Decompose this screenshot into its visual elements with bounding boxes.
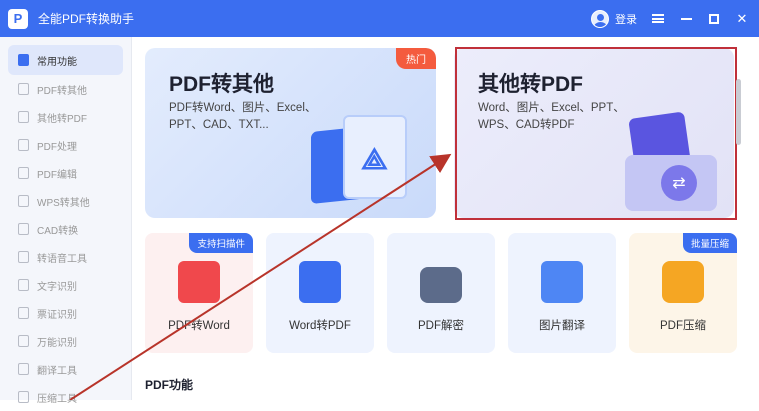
translate-icon: [18, 363, 29, 375]
sidebar-item-label: 文字识别: [37, 281, 77, 293]
sidebar-item-ocr[interactable]: 文字识别: [8, 271, 123, 299]
ticket-icon: [18, 307, 29, 319]
sidebar-item-other-to-pdf[interactable]: 其他转PDF: [8, 103, 123, 131]
sidebar-item-compress[interactable]: 压缩工具: [8, 383, 123, 411]
hot-badge: 热门: [396, 48, 436, 69]
scan-icon: [18, 335, 29, 347]
tile-pdf-compress[interactable]: PDF压缩 批量压缩: [629, 233, 737, 353]
sidebar-item-label: 转语音工具: [37, 253, 87, 265]
acrobat-icon: ⟁: [361, 143, 388, 176]
section-title: PDF功能: [145, 378, 194, 392]
tile-image-translate[interactable]: 图片翻译: [508, 233, 616, 353]
sidebar-item-wps[interactable]: WPS转其他: [8, 187, 123, 215]
tile-word-to-pdf[interactable]: Word转PDF: [266, 233, 374, 353]
word-to-pdf-icon: [299, 261, 341, 303]
avatar-icon[interactable]: [591, 9, 609, 28]
card-description: PDF转Word、图片、Excel、 PPT、CAD、TXT...: [169, 102, 317, 131]
minimize-icon: [680, 17, 692, 20]
close-icon: ✕: [736, 10, 748, 26]
highlight-box: [455, 47, 737, 220]
tile-label: Word转PDF: [289, 320, 351, 332]
sidebar-item-translate[interactable]: 翻译工具: [8, 355, 123, 383]
layers-icon: [662, 261, 704, 303]
menu-button[interactable]: [651, 12, 665, 26]
sidebar-item-label: PDF编辑: [37, 169, 77, 181]
maximize-button[interactable]: [707, 12, 721, 26]
tile-label: PDF压缩: [660, 320, 706, 332]
login-button[interactable]: 登录: [615, 11, 637, 27]
image-translate-icon: [541, 261, 583, 303]
sidebar-item-pdf-to-other[interactable]: PDF转其他: [8, 75, 123, 103]
sidebar-item-label: 其他转PDF: [37, 113, 87, 125]
compress-icon: [18, 391, 29, 403]
sidebar-item-label: PDF处理: [37, 141, 77, 153]
sidebar-item-label: 票证识别: [37, 309, 77, 321]
main-content: PDF转其他 PDF转Word、图片、Excel、 PPT、CAD、TXT...…: [133, 37, 745, 400]
text-icon: [18, 279, 29, 291]
sidebar-item-label: WPS转其他: [37, 197, 90, 209]
minimize-button[interactable]: [679, 12, 693, 26]
tile-pdf-decrypt[interactable]: PDF解密: [387, 233, 495, 353]
sidebar-item-label: CAD转换: [37, 225, 79, 237]
sidebar-item-label: 压缩工具: [37, 393, 77, 405]
sidebar-item-label: 万能识别: [37, 337, 77, 349]
doc-icon: [18, 223, 29, 235]
sidebar-item-voice[interactable]: 转语音工具: [8, 243, 123, 271]
sidebar-item-label: PDF转其他: [37, 85, 87, 97]
app-logo-icon: P: [8, 8, 28, 29]
edit-icon: [18, 167, 29, 179]
sidebar-item-cad[interactable]: CAD转换: [8, 215, 123, 243]
sidebar-item-label: 翻译工具: [37, 365, 77, 377]
title-bar: P 全能PDF转换助手 登录 ✕: [0, 0, 759, 37]
tile-label: PDF解密: [418, 320, 464, 332]
tile-label: PDF转Word: [168, 320, 230, 332]
sidebar-item-pdf-process[interactable]: PDF处理: [8, 131, 123, 159]
doc-icon: [18, 139, 29, 151]
tile-pdf-to-word[interactable]: PDF转Word 支持扫描件: [145, 233, 253, 353]
sidebar-item-common[interactable]: 常用功能: [8, 45, 123, 75]
doc-icon: [18, 83, 29, 95]
pdf-to-word-icon: [178, 261, 220, 303]
lock-icon: [420, 267, 462, 303]
tile-badge: 支持扫描件: [189, 233, 253, 253]
audio-icon: [18, 251, 29, 263]
maximize-icon: [709, 13, 719, 24]
menu-icon: [652, 14, 664, 23]
card-title: PDF转其他: [169, 73, 274, 96]
app-title: 全能PDF转换助手: [38, 12, 135, 26]
doc-icon: [18, 111, 29, 123]
sidebar-item-ticket[interactable]: 票证识别: [8, 299, 123, 327]
sidebar-item-pdf-edit[interactable]: PDF编辑: [8, 159, 123, 187]
grid-icon: [18, 54, 29, 66]
close-button[interactable]: ✕: [735, 10, 749, 26]
sidebar: 常用功能 PDF转其他 其他转PDF PDF处理 PDF编辑 WPS转其他 CA…: [0, 37, 132, 405]
tile-label: 图片翻译: [539, 320, 585, 332]
sidebar-item-label: 常用功能: [37, 56, 77, 68]
doc-icon: [18, 195, 29, 207]
scrollbar[interactable]: [736, 79, 741, 145]
sidebar-item-universal[interactable]: 万能识别: [8, 327, 123, 355]
tile-badge: 批量压缩: [682, 233, 737, 253]
